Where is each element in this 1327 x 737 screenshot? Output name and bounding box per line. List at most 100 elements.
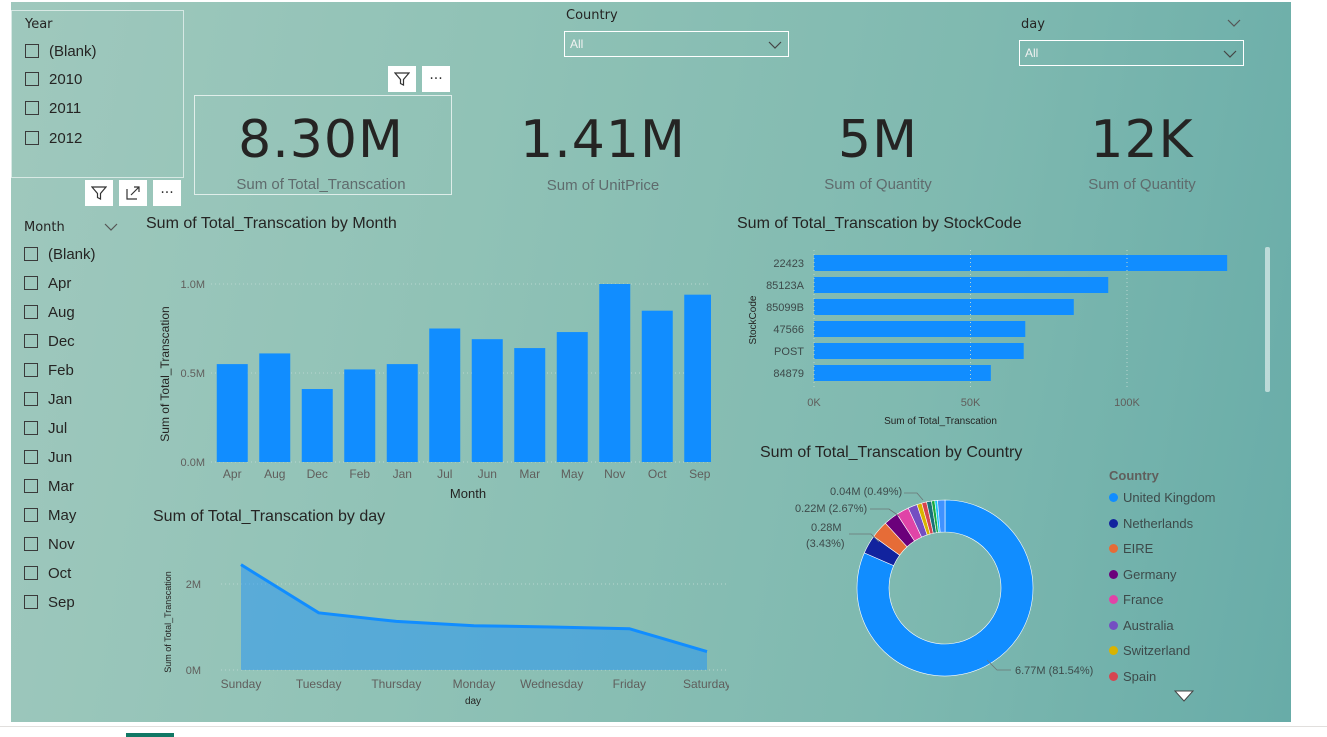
checkbox[interactable] [24,421,38,435]
month-item[interactable]: Apr [24,273,71,293]
legend-label: Spain [1123,668,1157,684]
checkbox[interactable] [24,334,38,348]
checkbox[interactable] [24,363,38,377]
checkbox[interactable] [24,566,38,580]
legend-color-swatch [1109,518,1118,528]
bar [814,321,1026,337]
bar [814,277,1109,293]
year-item-blank[interactable]: (Blank) [25,41,97,61]
more-options-button[interactable]: ··· [153,180,181,206]
y-tick-label: 1.0M [181,279,205,291]
legend-item[interactable]: Switzerland [1109,643,1190,658]
x-tick-label: Saturday [683,677,729,691]
month-item[interactable]: May [24,505,76,525]
country-donut-chart: 0.04M (0.49%) 0.22M (2.67%) 0.28M (3.43%) 6.… [795,486,1093,677]
checkbox[interactable] [24,392,38,406]
chevron-down-icon[interactable] [104,222,118,232]
kpi-label: Sum of Quantity [824,176,932,193]
data-label: 0.22M (2.67%) [795,503,867,515]
data-label: 0.28M [811,522,842,534]
bar [599,284,631,462]
month-item[interactable]: Mar [24,476,74,496]
y-tick-label: 0M [186,665,201,677]
legend-item[interactable]: EIRE [1109,541,1153,556]
year-item-2011[interactable]: 2011 [25,98,81,118]
legend-item[interactable]: Australia [1109,618,1174,633]
day-dropdown-value: All [1025,46,1039,60]
month-item-label: Jul [48,419,68,437]
year-filter-button[interactable] [85,180,113,206]
legend-color-swatch [1109,544,1118,553]
day-filter-title: day [1021,17,1045,32]
month-item-label: Jun [48,448,73,466]
filter-icon [394,72,410,86]
month-chart-title: Sum of Total_Transcation by Month [146,215,397,232]
legend-item[interactable]: France [1109,592,1163,607]
month-item[interactable]: Nov [24,534,75,554]
checkbox[interactable] [24,450,38,464]
leader-line [904,492,924,501]
checkbox[interactable] [25,131,39,145]
month-item[interactable]: Feb [24,360,74,380]
legend-label: Netherlands [1123,515,1194,531]
checkbox[interactable] [24,595,38,609]
country-dropdown[interactable]: All [564,31,789,57]
checkbox[interactable] [24,537,38,551]
kpi-more-options-button[interactable]: ··· [422,66,450,92]
legend-label: United Kingdom [1123,490,1216,505]
active-page-tab-indicator[interactable] [126,733,174,737]
kpi-label: Sum of UnitPrice [546,177,660,194]
bar [429,328,461,462]
legend-item[interactable]: Germany [1109,567,1176,582]
month-item-label: Sep [48,593,75,611]
scrollbar[interactable] [1265,247,1270,392]
month-item[interactable]: Oct [24,563,71,583]
checkbox[interactable] [24,247,38,261]
area-fill [241,564,707,670]
bar [684,294,711,462]
year-item-label: 2011 [49,99,82,117]
legend-color-swatch [1109,671,1118,681]
checkbox[interactable] [25,101,39,115]
checkbox[interactable] [24,508,38,522]
year-item-2012[interactable]: 2012 [25,128,82,148]
month-item[interactable]: Jul [24,418,67,438]
bar [471,339,503,462]
focus-mode-button[interactable] [119,180,147,206]
legend-item[interactable]: United Kingdom [1109,490,1216,505]
legend-color-swatch [1109,620,1118,630]
x-tick-label: Dec [307,467,328,481]
x-tick-label: Wednesday [520,677,583,691]
month-item[interactable]: Jan [24,389,72,409]
legend-label: Germany [1123,566,1177,582]
month-item[interactable]: Dec [24,331,75,351]
bar [814,299,1074,315]
chevron-down-icon [1223,50,1237,58]
x-tick-label: Jun [478,467,497,481]
legend-item[interactable]: Netherlands [1109,516,1193,531]
checkbox[interactable] [24,479,38,493]
bar [216,364,248,462]
month-item[interactable]: Aug [24,302,75,322]
legend-label: Switzerland [1123,643,1191,658]
month-item[interactable]: (Blank) [24,244,96,264]
x-tick-label: Sep [689,467,711,481]
checkbox[interactable] [24,305,38,319]
month-item-label: Feb [48,361,74,379]
year-item-2010[interactable]: 2010 [25,69,82,89]
x-axis-title: day [465,696,481,707]
chevron-down-icon[interactable] [1227,18,1241,28]
month-item[interactable]: Jun [24,447,72,467]
more-options-icon: ··· [160,185,174,201]
legend-scroll-down-icon[interactable] [1174,690,1194,702]
kpi-filter-button[interactable] [388,66,416,92]
checkbox[interactable] [25,72,39,86]
month-item[interactable]: Sep [24,592,75,612]
x-tick-label: 50K [961,397,981,409]
day-dropdown[interactable]: All [1019,40,1244,66]
country-chart-title: Sum of Total_Transcation by Country [760,444,1023,461]
year-item-label: 2010 [49,70,83,88]
checkbox[interactable] [25,44,39,58]
legend-item[interactable]: Spain [1109,669,1156,684]
checkbox[interactable] [24,276,38,290]
